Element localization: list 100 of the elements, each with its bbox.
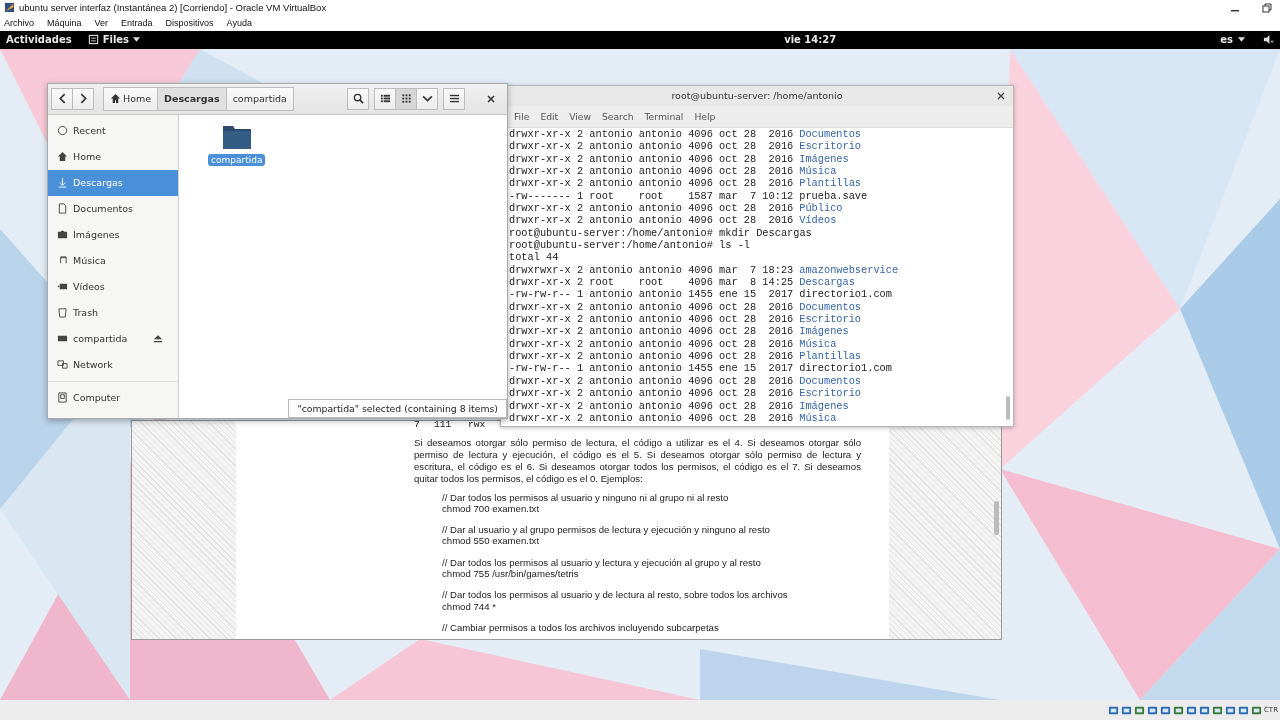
grid-icon xyxy=(400,93,412,105)
table-cell-text: 7 xyxy=(414,420,421,430)
sidebar-item[interactable]: Computer xyxy=(48,384,178,411)
menu-item[interactable]: View xyxy=(569,110,591,122)
paragraph: Si deseamos otorgar sólo permiso de lectura, el código a utilizar es el 4. Si deseamos otorgar sólo permiso de lectura y ejecución, el código es el 5. Si deseamos otorgar sólo permiso de lectura y escritura, el código es el 6. Si deseamos otorgar todos los permisos, el código es el 7. Si deseamos quitar todos los permisos, el código es el 0. Ejemplos: xyxy=(414,436,861,485)
menu-item[interactable]: Entrada xyxy=(121,18,153,29)
close-icon[interactable] xyxy=(487,94,495,103)
app-menu-button[interactable]: Files xyxy=(87,34,141,46)
device-icon[interactable] xyxy=(1211,704,1223,716)
device-icon[interactable] xyxy=(1185,704,1197,716)
table-cell-text: 111 xyxy=(434,420,453,430)
code-comment: // Dar todos los permisos al usuario y de lectura al resto, sobre todos los archivos xyxy=(442,589,789,601)
clock[interactable]: vie 14:27 xyxy=(784,34,837,46)
sidebar-item[interactable]: Network xyxy=(48,351,178,378)
file-name: Imágenes xyxy=(799,325,849,338)
terminal-line: drwxr-xr-x 2 antonio antonio 4096 oct 28 2016 xyxy=(509,350,794,363)
activities-button[interactable]: Actividades xyxy=(6,34,72,46)
sidebar-item[interactable]: Vídeos xyxy=(48,273,178,300)
device-icon[interactable] xyxy=(1172,704,1184,716)
terminal-line: drwxr-xr-x 2 antonio antonio 4096 oct 28 2016 xyxy=(509,325,794,338)
menu-item[interactable]: Archivo xyxy=(4,18,34,29)
back-button[interactable] xyxy=(51,87,73,110)
terminal-line: drwxr-xr-x 2 antonio antonio 4096 oct 28 2016 xyxy=(509,177,794,190)
file-name: directorio1.com xyxy=(799,362,892,375)
file-name: Plantillas xyxy=(799,350,862,363)
file-name: Documentos xyxy=(799,374,862,388)
terminal-title: root@ubuntu-server: /home/antonio xyxy=(671,90,843,102)
menu-item[interactable]: Ver xyxy=(94,18,109,29)
file-name: Escritorio xyxy=(799,140,862,153)
file-name: Música xyxy=(799,411,837,425)
device-icon[interactable] xyxy=(1133,704,1145,716)
restore-icon[interactable] xyxy=(1262,3,1272,13)
device-icon[interactable] xyxy=(1237,704,1249,716)
virtualbox-logo-icon xyxy=(4,2,15,14)
menu-item[interactable]: Máquina xyxy=(47,18,82,29)
caret-icon xyxy=(1238,37,1245,43)
file-name: Plantillas xyxy=(799,177,862,190)
menu-icon xyxy=(448,93,460,105)
speaker-muted-icon[interactable] xyxy=(1263,34,1274,46)
scrollbar-thumb[interactable] xyxy=(1006,395,1010,420)
place-icon xyxy=(57,229,68,241)
menu-item[interactable]: Ayuda xyxy=(226,18,252,29)
table-cell-text: rwx xyxy=(468,420,487,430)
sidebar-item[interactable]: compartida xyxy=(48,325,178,352)
sidebar-item[interactable]: Recent xyxy=(48,117,178,144)
sidebar-item[interactable]: Trash xyxy=(48,299,178,326)
path-button[interactable]: Descargas xyxy=(157,86,227,111)
sidebar-item[interactable]: Música xyxy=(48,247,178,274)
chevron-down-icon xyxy=(421,93,433,105)
menu-item[interactable]: Search xyxy=(602,110,634,122)
file-name: Público xyxy=(799,202,843,215)
terminal-line: drwxr-xr-x 2 antonio antonio 4096 oct 28 2016 xyxy=(509,387,794,400)
terminal-line: drwxr-xr-x 2 antonio antonio 4096 oct 28 2016 xyxy=(509,313,794,326)
list-view-button[interactable] xyxy=(374,87,396,110)
grid-view-button[interactable] xyxy=(395,87,417,110)
file-name: Documentos xyxy=(799,127,862,141)
terminal-line: root@ubuntu-server:/home/antonio# mkdir Descargas xyxy=(509,226,812,240)
place-icon xyxy=(57,359,68,371)
terminal-line: drwxr-xr-x 2 antonio antonio 4096 oct 28 2016 xyxy=(509,140,794,153)
menu-item[interactable]: Terminal xyxy=(644,110,684,122)
device-icon[interactable] xyxy=(1224,704,1236,716)
eject-icon[interactable] xyxy=(153,334,163,344)
device-icon[interactable] xyxy=(1250,704,1262,716)
sidebar-item[interactable]: Imágenes xyxy=(48,221,178,248)
forward-button[interactable] xyxy=(72,87,94,110)
place-icon xyxy=(57,392,68,404)
view-options-button[interactable] xyxy=(416,87,438,110)
code-command: chmod 550 examen.txt xyxy=(442,535,541,547)
code-comment: // Dar todos los permisos al usuario y lectura y ejecución al grupo y al resto xyxy=(442,556,762,569)
file-name: prueba.save xyxy=(799,189,868,202)
device-icon[interactable] xyxy=(1159,704,1171,716)
device-icon[interactable] xyxy=(1120,704,1132,716)
menu-item[interactable]: Help xyxy=(694,110,716,122)
search-button[interactable] xyxy=(347,87,369,110)
device-icon[interactable] xyxy=(1198,704,1210,716)
menu-item[interactable]: File xyxy=(514,110,530,122)
place-icon xyxy=(57,151,68,163)
file-name: Descargas xyxy=(799,276,855,289)
sidebar-item[interactable]: Documentos xyxy=(48,195,178,222)
menu-item[interactable]: Edit xyxy=(540,110,559,122)
sidebar-item[interactable]: Home xyxy=(48,143,178,170)
close-icon[interactable] xyxy=(997,91,1005,100)
place-icon xyxy=(57,177,68,189)
menu-item[interactable]: Dispositivos xyxy=(165,18,214,29)
file-name: Escritorio xyxy=(799,313,862,326)
menu-button[interactable] xyxy=(443,87,465,110)
folder-icon[interactable] xyxy=(221,123,252,150)
home-icon xyxy=(110,93,121,105)
path-button[interactable]: compartida xyxy=(225,86,294,111)
terminal-line: drwxr-xr-x 2 antonio antonio 4096 oct 28 2016 xyxy=(509,300,794,314)
file-name: amazonwebservice xyxy=(799,263,899,277)
language-menu[interactable]: es xyxy=(1220,34,1245,46)
device-icon[interactable] xyxy=(1146,704,1158,716)
terminal-line: drwxr-xr-x 2 antonio antonio 4096 oct 28 2016 xyxy=(509,374,794,388)
path-button[interactable]: Home xyxy=(103,86,159,111)
code-comment: // Dar todos los permisos al usuario y ninguno ni al grupo ni al resto xyxy=(442,491,730,503)
file-name: Imágenes xyxy=(799,399,849,412)
file-name: Escritorio xyxy=(799,387,862,400)
device-icon[interactable] xyxy=(1107,704,1119,716)
back-icon xyxy=(56,93,68,105)
